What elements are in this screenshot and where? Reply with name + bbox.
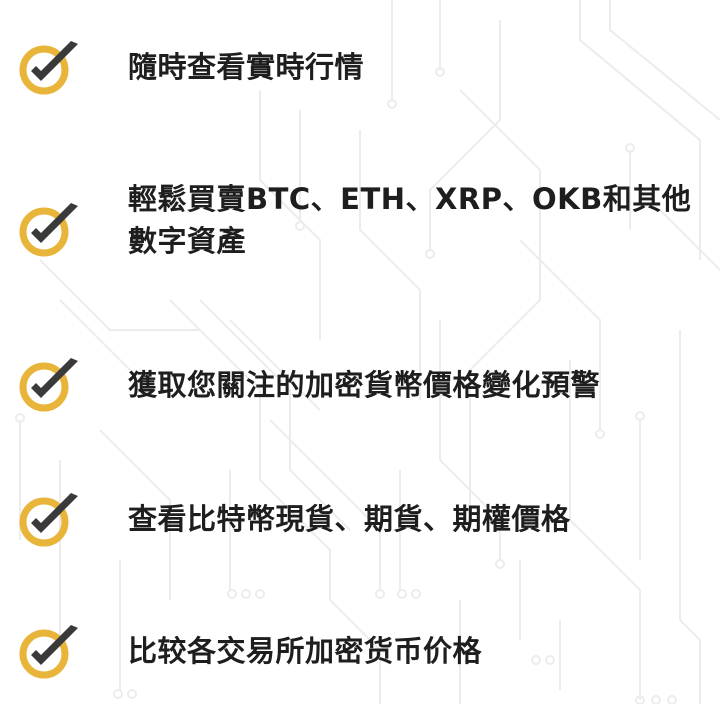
check-circle-icon [19,41,78,95]
feature-label: 查看比特幣現貨、期貨、期權價格 [128,502,571,536]
feature-label: 獲取您關注的加密貨幣價格變化預警 [128,368,601,402]
check-circle-icon [19,493,78,547]
check-circle-icon [19,203,78,257]
feature-label: 隨時查看實時行情 [128,50,365,84]
circuit-background [15,0,720,704]
feature-list-page: 隨時查看實時行情 輕鬆買賣BTC、ETH、XRP、OKB和其他數字資產 獲取您關… [0,0,720,704]
check-circle-icon [19,625,78,679]
feature-label: 輕鬆買賣BTC、ETH、XRP、OKB和其他數字資產 [128,182,692,258]
check-circle-icon [19,358,78,412]
feature-label: 比较各交易所加密货币价格 [128,634,483,668]
